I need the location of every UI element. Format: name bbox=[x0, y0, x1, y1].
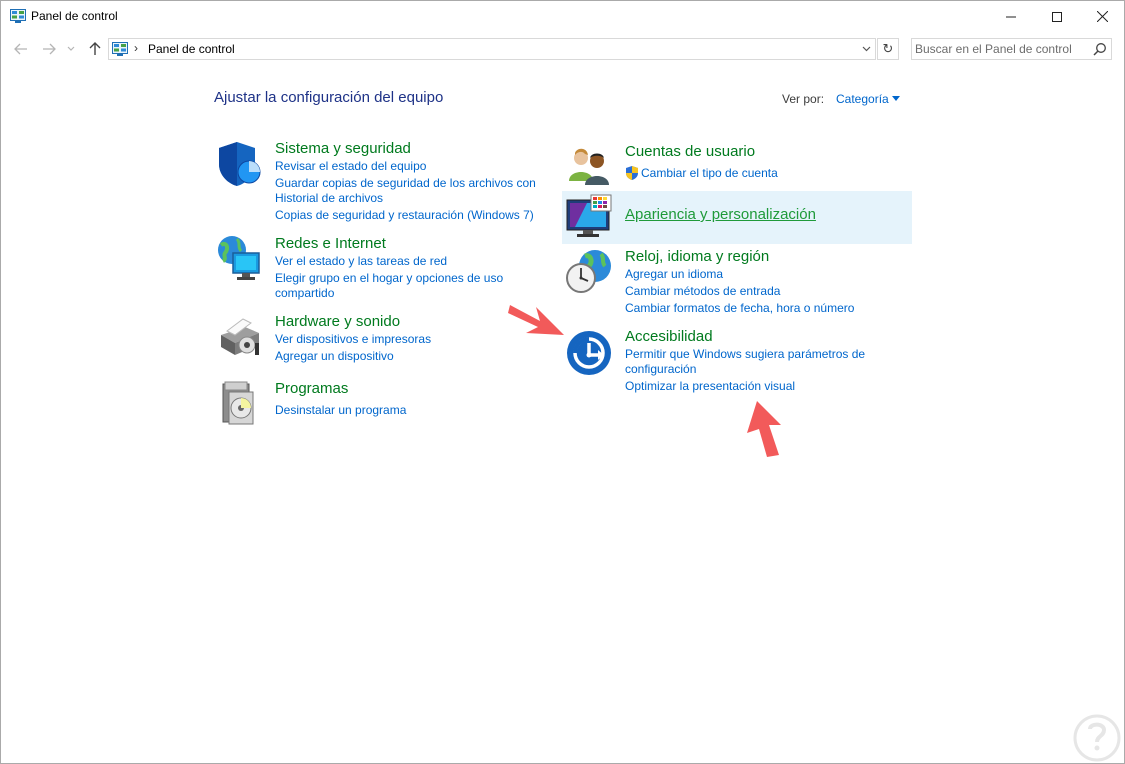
category-title-clock-language-region[interactable]: Reloj, idioma y región bbox=[625, 248, 769, 265]
window-title: Panel de control bbox=[31, 9, 118, 23]
accessibility-icon bbox=[567, 331, 611, 375]
chevron-down-icon bbox=[862, 46, 870, 52]
link-change-formats[interactable]: Cambiar formatos de fecha, hora o número bbox=[625, 301, 854, 316]
navigation-bar: › Panel de control ↻ bbox=[1, 32, 1124, 66]
printer-icon bbox=[221, 318, 259, 355]
link-homegroup-1[interactable]: Elegir grupo en el hogar y opciones de u… bbox=[275, 271, 503, 286]
category-hardware-sound: Hardware y sonido Ver dispositivos e imp… bbox=[215, 313, 545, 369]
link-change-input-methods[interactable]: Cambiar métodos de entrada bbox=[625, 284, 780, 299]
uac-shield-icon bbox=[626, 166, 638, 180]
category-title-network-internet[interactable]: Redes e Internet bbox=[275, 235, 386, 252]
view-by-dropdown[interactable]: Categoría bbox=[836, 92, 889, 106]
address-bar[interactable]: › Panel de control bbox=[108, 38, 876, 60]
link-add-device[interactable]: Agregar un dispositivo bbox=[275, 349, 394, 364]
category-title-accessibility[interactable]: Accesibilidad bbox=[625, 328, 713, 345]
link-backup-restore[interactable]: Copias de seguridad y restauración (Wind… bbox=[275, 208, 534, 223]
link-homegroup-2[interactable]: compartido bbox=[275, 286, 334, 301]
forward-button[interactable] bbox=[39, 39, 59, 59]
category-system-security: Sistema y seguridad Revisar el estado de… bbox=[215, 140, 545, 230]
category-title-system-security[interactable]: Sistema y seguridad bbox=[275, 140, 411, 157]
shield-icon bbox=[219, 142, 261, 186]
caret-down-icon[interactable] bbox=[892, 96, 900, 101]
search-icon[interactable] bbox=[1093, 42, 1107, 56]
monitor-palette-icon bbox=[566, 194, 612, 237]
minimize-button[interactable] bbox=[988, 1, 1034, 32]
link-uninstall-program[interactable]: Desinstalar un programa bbox=[275, 403, 406, 418]
maximize-icon bbox=[1052, 11, 1062, 22]
programs-disc-icon bbox=[222, 381, 254, 425]
title-bar[interactable]: Panel de control bbox=[1, 1, 1124, 32]
category-title-programs[interactable]: Programas bbox=[275, 380, 348, 397]
minimize-icon bbox=[1006, 16, 1016, 17]
chevron-down-icon bbox=[67, 46, 75, 51]
link-check-status[interactable]: Revisar el estado del equipo bbox=[275, 159, 426, 174]
up-button[interactable] bbox=[85, 39, 105, 59]
link-network-status[interactable]: Ver el estado y las tareas de red bbox=[275, 254, 447, 269]
refresh-button[interactable]: ↻ bbox=[877, 38, 899, 60]
recent-locations-button[interactable] bbox=[64, 39, 78, 59]
view-by-label: Ver por: bbox=[782, 92, 825, 106]
breadcrumb-control-panel[interactable]: Panel de control bbox=[148, 42, 235, 56]
link-windows-suggest-1[interactable]: Permitir que Windows sugiera parámetros … bbox=[625, 347, 865, 362]
back-button[interactable] bbox=[11, 39, 31, 59]
network-globe-icon bbox=[218, 236, 260, 280]
control-panel-icon bbox=[112, 42, 128, 56]
address-dropdown-button[interactable] bbox=[859, 42, 873, 56]
control-panel-icon bbox=[10, 9, 26, 23]
category-programs: Programas Desinstalar un programa bbox=[215, 380, 545, 430]
breadcrumb-separator[interactable]: › bbox=[134, 41, 138, 55]
watermark-logo bbox=[1073, 714, 1121, 762]
category-title-user-accounts[interactable]: Cuentas de usuario bbox=[625, 143, 755, 160]
refresh-icon: ↻ bbox=[882, 41, 894, 56]
link-optimize-visual[interactable]: Optimizar la presentación visual bbox=[625, 379, 795, 394]
control-panel-window: Panel de control › Panel de control ↻ Bu… bbox=[0, 0, 1125, 764]
category-title-hardware-sound[interactable]: Hardware y sonido bbox=[275, 313, 400, 330]
arrow-right-icon bbox=[43, 43, 56, 55]
category-title-appearance[interactable]: Apariencia y personalización bbox=[625, 206, 816, 223]
link-add-language[interactable]: Agregar un idioma bbox=[625, 267, 723, 282]
user-accounts-icon bbox=[569, 148, 609, 185]
category-clock-language-region: Reloj, idioma y región Agregar un idioma… bbox=[565, 248, 895, 320]
category-accessibility: Accesibilidad Permitir que Windows sugie… bbox=[565, 328, 895, 400]
close-icon bbox=[1096, 11, 1108, 22]
annotation-arrow-right-icon bbox=[508, 305, 564, 335]
close-button[interactable] bbox=[1079, 1, 1125, 32]
category-network-internet: Redes e Internet Ver el estado y las tar… bbox=[215, 235, 545, 305]
link-devices-printers[interactable]: Ver dispositivos e impresoras bbox=[275, 332, 431, 347]
link-change-account-type[interactable]: Cambiar el tipo de cuenta bbox=[641, 166, 778, 181]
category-appearance: Apariencia y personalización bbox=[565, 194, 905, 242]
annotation-arrow-up-icon bbox=[747, 401, 781, 457]
link-file-history-2[interactable]: Historial de archivos bbox=[275, 191, 383, 206]
link-file-history-1[interactable]: Guardar copias de seguridad de los archi… bbox=[275, 176, 536, 191]
search-input[interactable] bbox=[915, 40, 1090, 58]
arrow-up-icon bbox=[89, 42, 101, 55]
search-box[interactable] bbox=[911, 38, 1112, 60]
arrow-left-icon bbox=[14, 43, 27, 55]
category-user-accounts: Cuentas de usuario Cambiar el tipo de cu… bbox=[565, 143, 895, 187]
page-title: Ajustar la configuración del equipo bbox=[214, 89, 444, 106]
link-windows-suggest-2[interactable]: configuración bbox=[625, 362, 696, 377]
clock-globe-icon bbox=[566, 250, 611, 293]
maximize-button[interactable] bbox=[1034, 1, 1080, 32]
